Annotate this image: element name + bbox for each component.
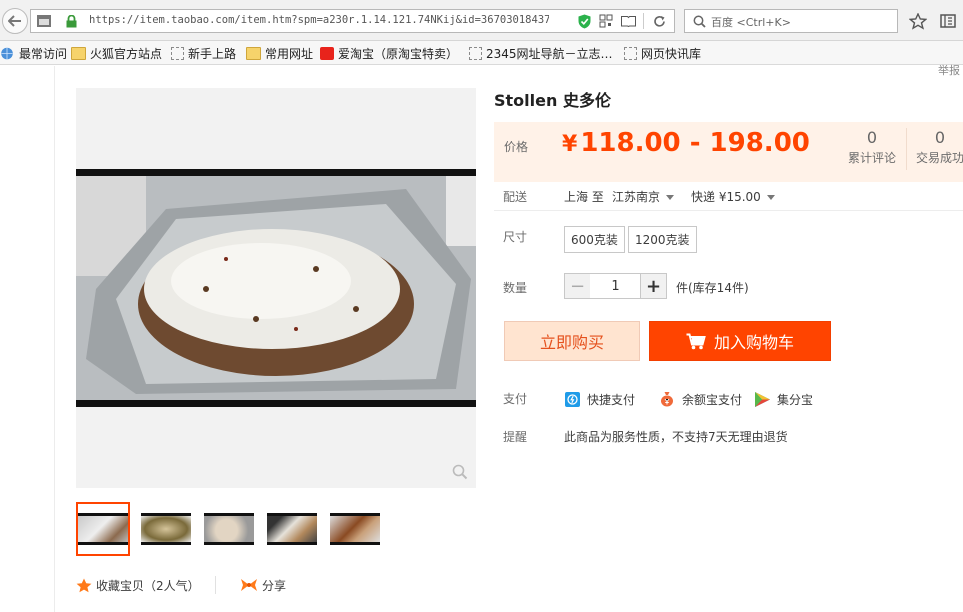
cart-icon [686,333,706,349]
star-icon [76,578,92,592]
payment-jifenbao[interactable]: 集分宝 [754,390,813,408]
shipping-from: 上海 至 [564,190,604,204]
report-link[interactable]: 举报 [938,62,960,78]
browser-toolbar: https://item.taobao.com/item.htm?spm=a23… [0,0,963,41]
page-icon [171,46,184,60]
folder-icon [246,46,261,60]
quantity-decrease-button[interactable]: − [564,273,591,299]
buy-now-button[interactable]: 立即购买 [504,321,640,361]
share-icon [241,579,257,591]
thumbnail[interactable] [265,502,319,556]
thumbnail[interactable] [328,502,382,556]
bookmark-ai-taobao[interactable]: 爱淘宝（原淘宝特卖） [320,44,458,62]
search-icon [691,13,707,29]
size-option-600g[interactable]: 600克装 [564,226,625,253]
add-to-cart-button[interactable]: 加入购物车 [649,321,831,361]
bookmark-star-icon[interactable] [908,11,928,31]
money-bag-icon [659,391,675,407]
price-value: ¥118.00 - 198.00 [562,128,810,158]
shipping-destination-select[interactable]: 江苏南京 [612,188,675,205]
review-count[interactable]: 0 累计评论 [846,128,898,166]
bookmark-2345-nav[interactable]: 2345网址导航－立志… [469,44,613,62]
notice-text: 此商品为服务性质，不支持7天无理由退货 [564,430,788,444]
quantity-label: 数量 [503,281,528,295]
price-label: 价格 [504,140,529,154]
size-label: 尺寸 [503,230,528,244]
page-icon [624,46,637,60]
product-page: 举报 收藏宝贝（2人气） 分享 Stollen 史多伦 价格 ¥ 118.00 … [0,64,963,612]
page-icon [469,46,482,60]
price-panel: 价格 ¥118.00 - 198.00 0 累计评论 0 交易成功 [494,122,963,182]
search-input[interactable]: 百度 <Ctrl+K> [684,9,898,33]
quantity-increase-button[interactable]: + [640,273,667,299]
sales-count[interactable]: 0 交易成功 [912,128,963,166]
thumbnail[interactable] [76,502,130,556]
url-text[interactable]: https://item.taobao.com/item.htm?spm=a23… [89,14,549,26]
share-link[interactable]: 分享 [240,576,286,594]
product-image-viewer[interactable] [76,88,476,488]
tab-grid-icon[interactable] [36,13,52,29]
bookmarks-toolbar: 最常访问 火狐官方站点 新手上路 常用网址 爱淘宝（原淘宝特卖） 2345网址导… [0,41,963,65]
bookmark-common-sites[interactable]: 常用网址 [246,44,313,62]
divider [215,576,216,594]
bookmark-web-slices[interactable]: 网页快讯库 [624,44,701,62]
thumbnail[interactable] [202,502,256,556]
size-option-1200g[interactable]: 1200克装 [628,226,697,253]
shipping-label: 配送 [503,190,528,204]
taobao-icon [320,46,334,60]
add-to-cart-label: 加入购物车 [713,333,794,352]
chevron-down-icon [766,195,775,200]
bookmark-firefox-official[interactable]: 火狐官方站点 [71,44,162,62]
favorite-label: 收藏宝贝（2人气） [96,578,200,593]
product-title: Stollen 史多伦 [494,91,611,110]
notice-label: 提醒 [503,430,528,444]
payment-quickpay[interactable]: 快捷支付 [564,390,635,408]
payment-label: 支付 [503,392,528,406]
back-arrow-icon [8,15,21,27]
shield-icon[interactable] [576,13,592,29]
product-photo [76,169,476,407]
search-placeholder: 百度 <Ctrl+K> [711,16,791,29]
bookmark-most-visited[interactable]: 最常访问 [0,44,67,62]
jifenbao-icon [754,391,770,407]
quantity-input[interactable] [590,273,641,299]
shipping-method-select[interactable]: 快递 ¥15.00 [691,188,775,205]
library-icon[interactable] [938,11,958,31]
quickpay-icon [564,391,580,407]
divider [906,128,907,170]
chevron-down-icon [666,195,675,200]
address-bar[interactable]: https://item.taobao.com/item.htm?spm=a23… [30,9,675,33]
page-divider [54,66,55,612]
reader-view-icon[interactable] [620,13,636,29]
stock-info: 件(库存14件) [676,281,749,295]
bookmark-getting-started[interactable]: 新手上路 [171,44,236,62]
reload-icon[interactable] [651,13,667,29]
globe-icon [0,47,15,60]
share-label: 分享 [262,578,287,593]
thumbnail[interactable] [139,502,193,556]
lock-icon[interactable] [64,13,78,29]
folder-icon [71,46,86,60]
favorite-link[interactable]: 收藏宝贝（2人气） [76,576,200,594]
divider [494,210,963,211]
zoom-icon[interactable] [452,464,468,483]
payment-yuebao[interactable]: 余额宝支付 [659,390,742,408]
back-button[interactable] [2,8,28,34]
qr-code-icon[interactable] [598,13,614,29]
